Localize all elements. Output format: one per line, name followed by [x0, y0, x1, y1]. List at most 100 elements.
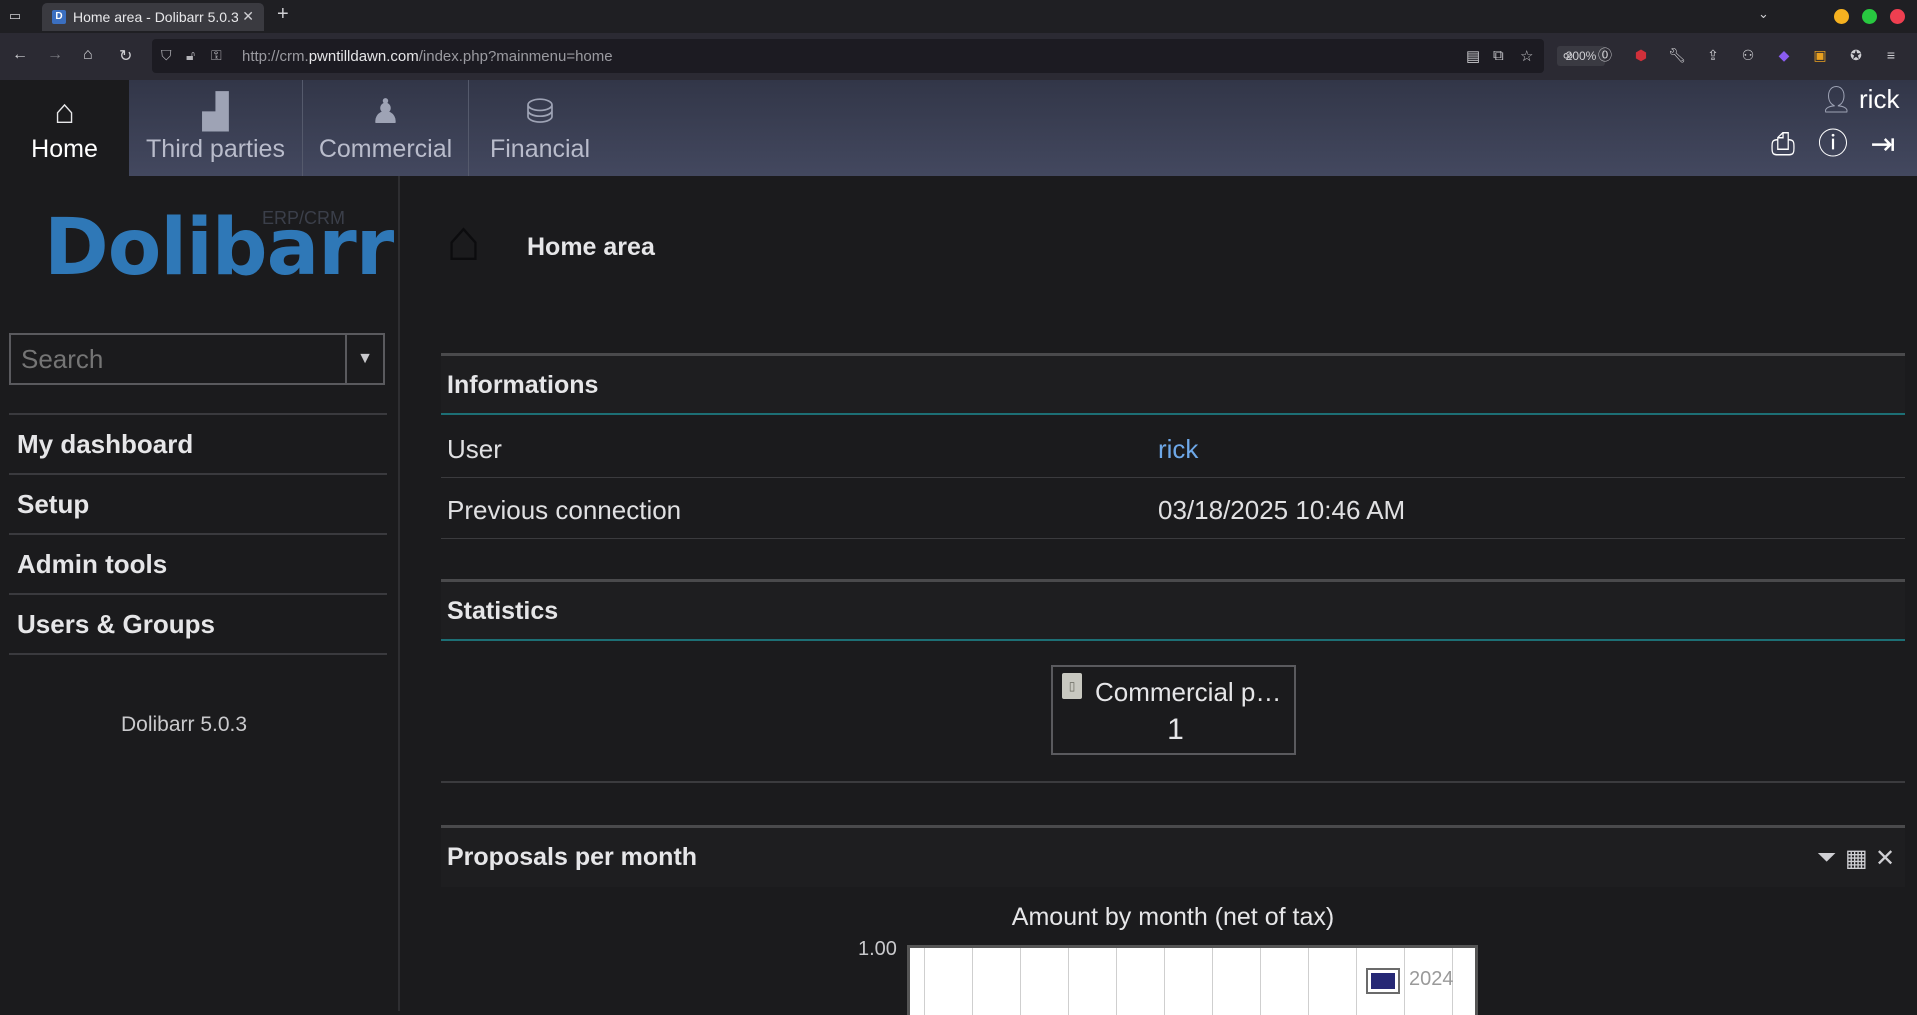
bookmark-star-icon[interactable]: ☆ — [1520, 47, 1533, 65]
chart-gridline — [1116, 948, 1117, 1015]
filter-icon[interactable]: ⏷ — [1817, 844, 1836, 872]
informations-header: Informations — [441, 353, 1905, 415]
tab-close-icon[interactable]: ✕ — [242, 8, 254, 25]
chart-gridline — [1068, 948, 1069, 1015]
back-icon[interactable]: ← — [12, 46, 28, 64]
info-key: User — [447, 434, 502, 464]
menu-financial[interactable]: ⛁ Financial — [469, 80, 611, 176]
dolibarr-logo[interactable]: ERP/CRM Dolibarr — [44, 208, 394, 288]
burp-icon[interactable]: ▣ — [1811, 46, 1829, 64]
version-text: Dolibarr 5.0.3 — [120, 713, 248, 736]
chart-gridline — [1164, 948, 1165, 1015]
chart-gridline — [1356, 948, 1357, 1015]
extension-circle-icon[interactable]: ⓪ — [1596, 46, 1614, 64]
building-icon: ▟ — [202, 93, 229, 131]
logo-wordmark: Dolibarr — [44, 203, 394, 293]
user-link[interactable]: rick — [1158, 434, 1198, 465]
menu-third-parties-label: Third parties — [146, 135, 285, 163]
insecure-lock-icon[interactable]: 🔓︎ — [186, 47, 195, 64]
wrench-icon[interactable]: 🔧︎ — [1668, 46, 1686, 64]
info-row-previous-connection: Previous connection 03/18/2025 10:46 AM — [441, 479, 1905, 539]
chart-gridline — [924, 948, 925, 1015]
legend-label-2024: 2024 — [1409, 968, 1454, 990]
translate-icon[interactable]: ⧉ — [1493, 47, 1504, 64]
sidebar-item-my-dashboard[interactable]: My dashboard — [9, 413, 387, 473]
legend-swatch-2024 — [1366, 968, 1400, 994]
home-area-icon: ⌂ — [446, 208, 482, 273]
share-icon[interactable]: ⇪ — [1704, 46, 1722, 64]
ublock-icon[interactable]: ⬢ — [1632, 46, 1650, 64]
info-value: 03/18/2025 10:46 AM — [1158, 495, 1406, 525]
app-menu-icon[interactable]: ≡ — [1882, 46, 1900, 64]
extension-infinity-icon[interactable]: ∞ — [1559, 46, 1577, 64]
stat-label: Commercial p… — [1095, 677, 1282, 707]
browser-nav-bar: ← → ⌂ ↻ ⛉ 🔓︎ ⚿ http://crm.pwntilldawn.co… — [0, 33, 1917, 80]
menu-home-label: Home — [31, 135, 98, 163]
chart-gridline — [1308, 948, 1309, 1015]
browser-tab-bar: ▭ D Home area - Dolibarr 5.0.3 ✕ + ⌄ — [0, 0, 1917, 33]
statistics-divider — [441, 781, 1905, 783]
extension-purple-icon[interactable]: ◆ — [1775, 46, 1793, 64]
legend-swatch-fill — [1371, 973, 1395, 989]
sidebar-divider — [9, 653, 387, 655]
tab-list-icon[interactable]: ▭ — [6, 7, 24, 25]
sidebar-item-admin-tools[interactable]: Admin tools — [9, 533, 387, 593]
browser-tab[interactable]: D Home area - Dolibarr 5.0.3 ✕ — [42, 3, 264, 31]
key-icon[interactable]: ⚿ — [211, 47, 222, 64]
menu-commercial-label: Commercial — [318, 135, 453, 163]
username: rick — [1859, 84, 1900, 114]
url-bar[interactable]: ⛉ 🔓︎ ⚿ http://crm.pwntilldawn.com/index.… — [152, 39, 1605, 73]
salesman-icon: ♟ — [370, 93, 401, 131]
window-maximize-button[interactable] — [1862, 9, 1877, 24]
chart-title: Amount by month (net of tax) — [1011, 903, 1335, 931]
cookie-icon[interactable]: ✪ — [1847, 46, 1865, 64]
shield-icon[interactable]: ⛉ — [161, 47, 172, 64]
new-tab-icon[interactable]: + — [277, 3, 289, 26]
chart-gridline — [1212, 948, 1213, 1015]
grid-icon[interactable]: ▦ — [1845, 844, 1868, 873]
chart-y-tick-label: 1.00 — [858, 938, 897, 960]
mask-icon[interactable]: ⚇ — [1739, 46, 1757, 64]
chart-gridline — [1260, 948, 1261, 1015]
top-menu: ⌂ Home ▟ Third parties ♟ Commercial ⛁ Fi… — [0, 80, 1917, 176]
page-scrollbar[interactable] — [1907, 176, 1917, 1011]
url-text[interactable]: http://crm.pwntilldawn.com/index.php?mai… — [242, 48, 613, 65]
menu-financial-label: Financial — [489, 135, 591, 163]
coins-icon: ⛁ — [525, 93, 555, 131]
reload-icon[interactable]: ↻ — [119, 46, 132, 66]
print-icon[interactable]: ⎙ — [1766, 128, 1800, 162]
info-key: Previous connection — [447, 495, 682, 525]
info-row-user: User rick — [441, 418, 1905, 478]
tab-overflow-chevron-icon[interactable]: ⌄ — [1758, 6, 1769, 22]
sidebar-item-users-groups[interactable]: Users & Groups — [9, 593, 387, 653]
chart-gridline — [1020, 948, 1021, 1015]
forward-icon[interactable]: → — [47, 46, 63, 64]
logout-icon[interactable]: ⇥ — [1866, 128, 1900, 162]
search-input[interactable] — [11, 335, 345, 383]
statistics-header: Statistics — [441, 579, 1905, 641]
proposal-document-icon: ▯ — [1062, 673, 1082, 699]
window-minimize-button[interactable] — [1834, 9, 1849, 24]
menu-home[interactable]: ⌂ Home — [0, 80, 129, 176]
search-dropdown-icon[interactable]: ▼ — [345, 335, 383, 383]
chart-plot-area: 2024 — [907, 945, 1478, 1015]
stat-value: 1 — [1167, 713, 1184, 746]
tab-title: Home area - Dolibarr 5.0.3 — [73, 9, 238, 25]
reader-view-icon[interactable]: ▤ — [1466, 47, 1480, 65]
proposals-per-month-header: Proposals per month — [441, 825, 1905, 887]
user-icon: 👤︎ — [1820, 84, 1854, 114]
menu-third-parties[interactable]: ▟ Third parties — [129, 80, 303, 176]
search-box: ▼ — [9, 333, 385, 385]
close-box-icon[interactable]: ✕ — [1875, 844, 1895, 873]
home-nav-icon[interactable]: ⌂ — [83, 46, 93, 64]
chart-gridline — [972, 948, 973, 1015]
window-close-button[interactable] — [1890, 9, 1905, 24]
stat-box-commercial-proposals[interactable]: ▯ Commercial p… 1 — [1051, 665, 1296, 755]
user-login[interactable]: 👤︎ rick — [1820, 84, 1899, 115]
sidebar-item-setup[interactable]: Setup — [9, 473, 387, 533]
page-title: Home area — [527, 233, 655, 261]
menu-commercial[interactable]: ♟ Commercial — [303, 80, 469, 176]
dolibarr-favicon-icon: D — [52, 10, 66, 24]
help-icon[interactable]: ⓘ — [1816, 128, 1850, 162]
home-icon: ⌂ — [54, 93, 75, 131]
